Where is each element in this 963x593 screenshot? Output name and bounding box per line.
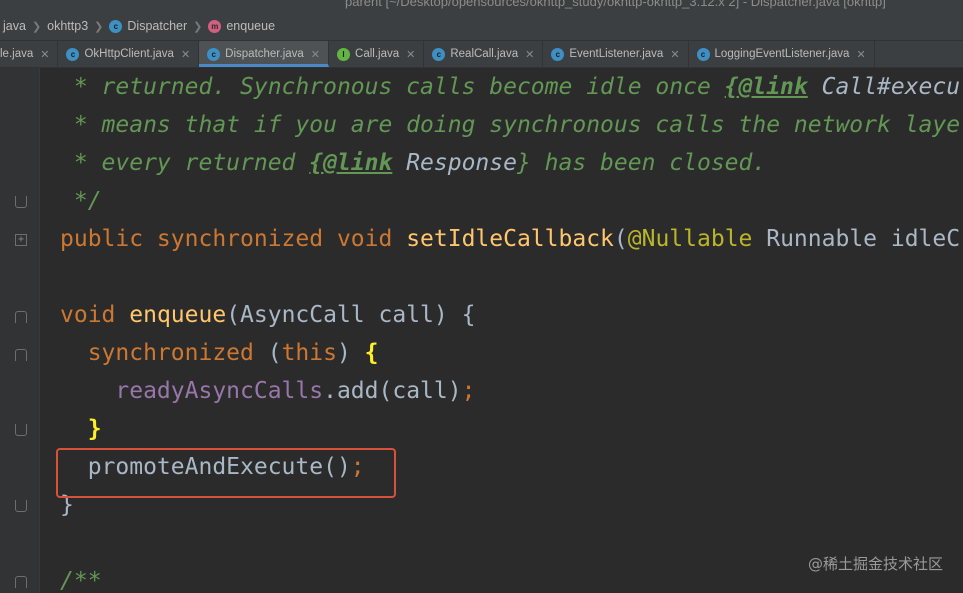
fold-collapse-icon[interactable] [15, 576, 27, 588]
tab-label: RealCall.java [450, 48, 519, 60]
tab-label: EventListener.java [569, 48, 664, 60]
class-icon: c [696, 47, 710, 61]
class-icon: c [66, 47, 80, 61]
close-icon[interactable]: ✕ [181, 48, 190, 61]
code-line: /** [60, 568, 102, 593]
class-icon: c [109, 19, 123, 33]
interface-icon: I [337, 47, 351, 61]
close-icon[interactable]: ✕ [856, 48, 865, 61]
chevron-right-icon: ❯ [94, 20, 104, 33]
method-icon: m [208, 19, 222, 33]
tab-call[interactable]: I Call.java ✕ [329, 41, 425, 67]
fold-end-icon[interactable] [15, 424, 27, 436]
class-icon: c [207, 47, 221, 61]
window-title-bar: parent [~/Desktop/opensources/okhttp_stu… [0, 0, 963, 12]
breadcrumb-label: java [3, 19, 26, 33]
tab-okhttpclient[interactable]: c OkHttpClient.java ✕ [58, 41, 200, 67]
code-line: synchronized (this) { [60, 340, 379, 366]
tab-realcall[interactable]: c RealCall.java ✕ [424, 41, 544, 67]
close-icon[interactable]: ✕ [670, 48, 679, 61]
code-editor[interactable]: + * returned. Synchronous calls become i… [0, 68, 963, 593]
fold-end-icon[interactable] [15, 500, 27, 512]
close-icon[interactable]: ✕ [525, 48, 534, 61]
code-line: public synchronized void setIdleCallback… [60, 226, 961, 252]
tab-partial-java[interactable]: le.java ✕ [0, 41, 59, 67]
chevron-right-icon: ❯ [31, 20, 42, 33]
fold-end-icon[interactable] [15, 196, 27, 208]
code-line: * means that if you are doing synchronou… [60, 112, 961, 138]
code-line: * returned. Synchronous calls become idl… [60, 74, 961, 100]
breadcrumb-label: Dispatcher [127, 19, 188, 33]
fold-collapse-icon[interactable] [15, 349, 27, 361]
tab-eventlistener[interactable]: c EventListener.java ✕ [543, 41, 689, 67]
fold-expand-icon[interactable]: + [15, 234, 27, 246]
code-line: readyAsyncCalls.add(call); [60, 378, 476, 404]
code-line: void enqueue(AsyncCall call) { [60, 302, 476, 328]
tab-label: OkHttpClient.java [84, 48, 174, 60]
breadcrumb-label: okhttp3 [47, 19, 89, 33]
tab-label: LoggingEventListener.java [714, 48, 850, 60]
code-line: * every returned {@link Response} has be… [60, 150, 767, 176]
chevron-right-icon: ❯ [193, 20, 203, 33]
watermark: @稀土掘金技术社区 [807, 555, 943, 573]
editor-tab-bar: le.java ✕ c OkHttpClient.java ✕ c Dispat… [0, 41, 963, 68]
tab-label: Dispatcher.java [225, 48, 304, 60]
editor-gutter[interactable]: + [0, 68, 40, 593]
tab-loggingeventlistener[interactable]: c LoggingEventListener.java ✕ [689, 41, 875, 67]
breadcrumb: java ❯ okhttp3 ❯ c Dispatcher ❯ m enqueu… [0, 12, 963, 41]
code-line: } [60, 416, 102, 442]
highlight-box [56, 448, 396, 498]
close-icon[interactable]: ✕ [40, 48, 49, 61]
tab-dispatcher[interactable]: c Dispatcher.java ✕ [199, 41, 330, 67]
class-icon: c [432, 47, 446, 61]
code-line: */ [60, 188, 102, 214]
breadcrumb-label: enqueue [226, 19, 276, 33]
breadcrumb-item-java[interactable]: java [3, 19, 26, 33]
breadcrumb-item-dispatcher[interactable]: c Dispatcher [109, 19, 187, 33]
window-title: parent [~/Desktop/opensources/okhttp_stu… [345, 0, 886, 9]
close-icon[interactable]: ✕ [311, 48, 320, 61]
breadcrumb-item-enqueue[interactable]: m enqueue [208, 19, 275, 33]
fold-collapse-icon[interactable] [15, 311, 27, 323]
abstract-class-icon: c [551, 47, 565, 61]
breadcrumb-item-okhttp3[interactable]: okhttp3 [47, 19, 88, 33]
tab-label: le.java [0, 48, 34, 60]
close-icon[interactable]: ✕ [406, 48, 415, 61]
tab-label: Call.java [355, 48, 400, 60]
